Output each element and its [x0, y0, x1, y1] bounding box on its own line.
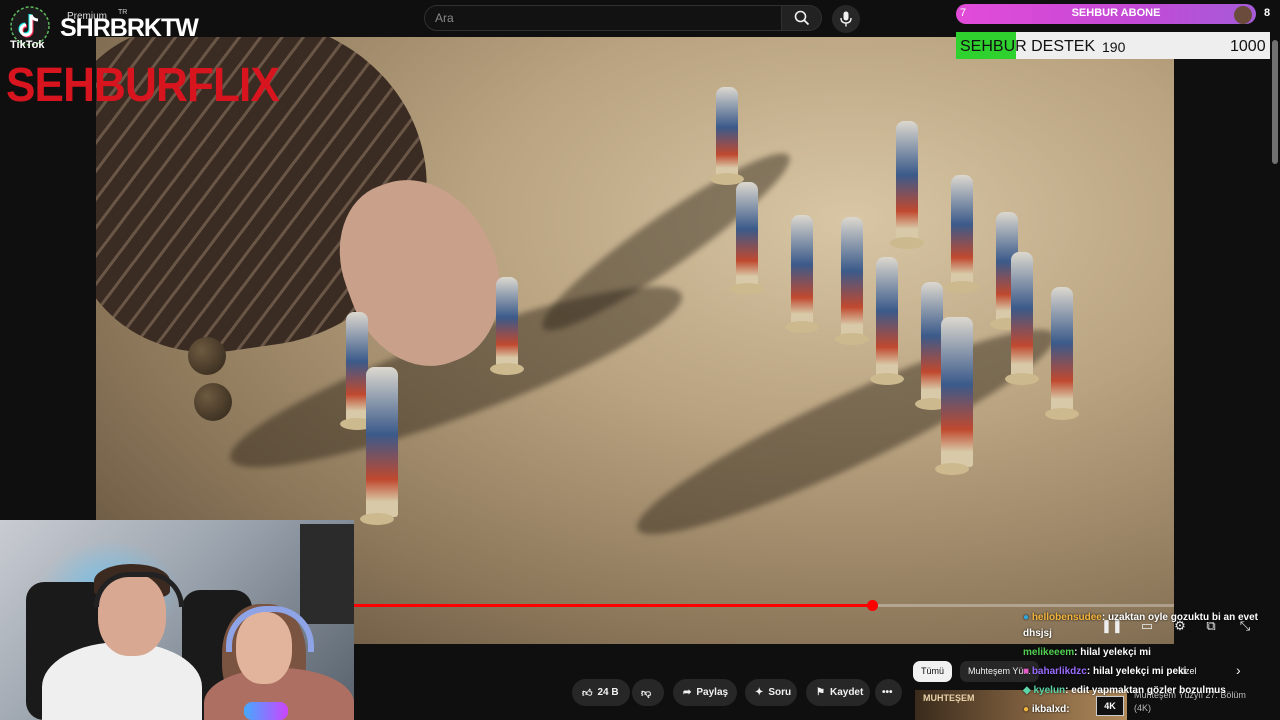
chat-user: hellobensudee [1031, 612, 1102, 623]
chat-text: : edit yapmaktan gözler bozulmus [1065, 685, 1226, 696]
subscriber-goal-target: 8 [1264, 7, 1271, 19]
subscriber-goal-count: 7 [960, 7, 967, 19]
chat-message: melikeeem: hilal yelekçi mi [1023, 647, 1151, 658]
chat-badge-icon: ◆ [1023, 685, 1031, 696]
chat-text: : [1066, 704, 1070, 715]
progress-bar-fill [354, 604, 873, 607]
chat-text: dhsjsj [1023, 628, 1052, 639]
donation-goal-target: 1000 [1230, 38, 1266, 55]
bookmark-icon: ⚑ [816, 687, 825, 698]
chevron-right-icon[interactable]: › [1236, 662, 1241, 678]
donation-goal-value: 190 [1102, 39, 1126, 55]
like-count: 24 B [597, 687, 619, 698]
tiktok-username: SHRBRKTW [60, 14, 199, 42]
dislike-button[interactable]: 👎︎ [632, 679, 664, 706]
related-chips: Tümü Muhteşem Yü... [913, 660, 1039, 682]
subscriber-avatar [1234, 6, 1252, 24]
search-icon [794, 10, 809, 26]
donation-goal-label: SEHBUR DESTEK [960, 38, 1096, 55]
next-video-quality: (4K) [1134, 703, 1152, 713]
save-button[interactable]: ⚑ Kaydet [806, 679, 870, 706]
search-input[interactable]: Ara [424, 5, 782, 31]
search-button[interactable] [782, 5, 822, 31]
chat-text: : hilal yelekçi mi peki [1086, 666, 1187, 677]
save-label: Kaydet [829, 687, 864, 698]
chat-user: ikbalxd [1031, 704, 1067, 715]
like-button[interactable]: 👍︎ 24 B [572, 679, 630, 706]
brand-logo: SEHBURFLIX [6, 59, 280, 112]
chat-user: kyelun [1033, 685, 1066, 696]
page-scrollbar[interactable] [1272, 40, 1278, 164]
chat-message: ● hellobensudee: uzaktan oyle gozuktu bi… [1023, 612, 1258, 623]
more-actions-button[interactable]: ••• [875, 679, 902, 706]
ask-button[interactable]: ✦ Soru [745, 679, 797, 706]
thumbs-up-icon: 👍︎ [582, 687, 593, 699]
share-icon: ➦ [683, 687, 692, 698]
share-button[interactable]: ➦ Paylaş [673, 679, 737, 706]
chip-all[interactable]: Tümü [913, 660, 953, 682]
webcam-overlay [0, 520, 354, 720]
sparkle-icon: ✦ [755, 687, 764, 698]
voice-search-button[interactable] [832, 5, 860, 33]
more-icon: ••• [882, 687, 893, 698]
thumb-text: MUHTEŞEM [923, 693, 975, 703]
chat-user: melikeeem [1023, 647, 1075, 658]
chat-user: baharlikdzc [1031, 666, 1087, 677]
chat-message: ● ikbalxd: [1023, 704, 1070, 715]
thumbs-down-icon: 👎︎ [641, 687, 652, 699]
mic-icon [840, 11, 852, 27]
chat-badge-icon: ● [1023, 612, 1030, 623]
quality-badge: 4K [1096, 696, 1124, 716]
ask-label: Soru [768, 687, 792, 698]
chat-message: ■ baharlikdzc: hilal yelekçi mi peki [1023, 666, 1186, 677]
chat-badge-icon: ■ [1023, 666, 1030, 677]
chat-message: ◆ kyelun: edit yapmaktan gözler bozulmus [1023, 685, 1226, 696]
chat-message: dhsjsj [1023, 628, 1052, 639]
chat-text: : hilal yelekçi mi [1074, 647, 1151, 658]
subscriber-goal-label: SEHBUR ABONE [1071, 7, 1161, 19]
share-label: Paylaş [696, 687, 729, 698]
tiktok-label: TikTok [10, 39, 45, 51]
chat-badge-icon: ● [1023, 704, 1030, 715]
chat-text: : uzaktan oyle gozuktu bi an evet [1101, 612, 1258, 623]
